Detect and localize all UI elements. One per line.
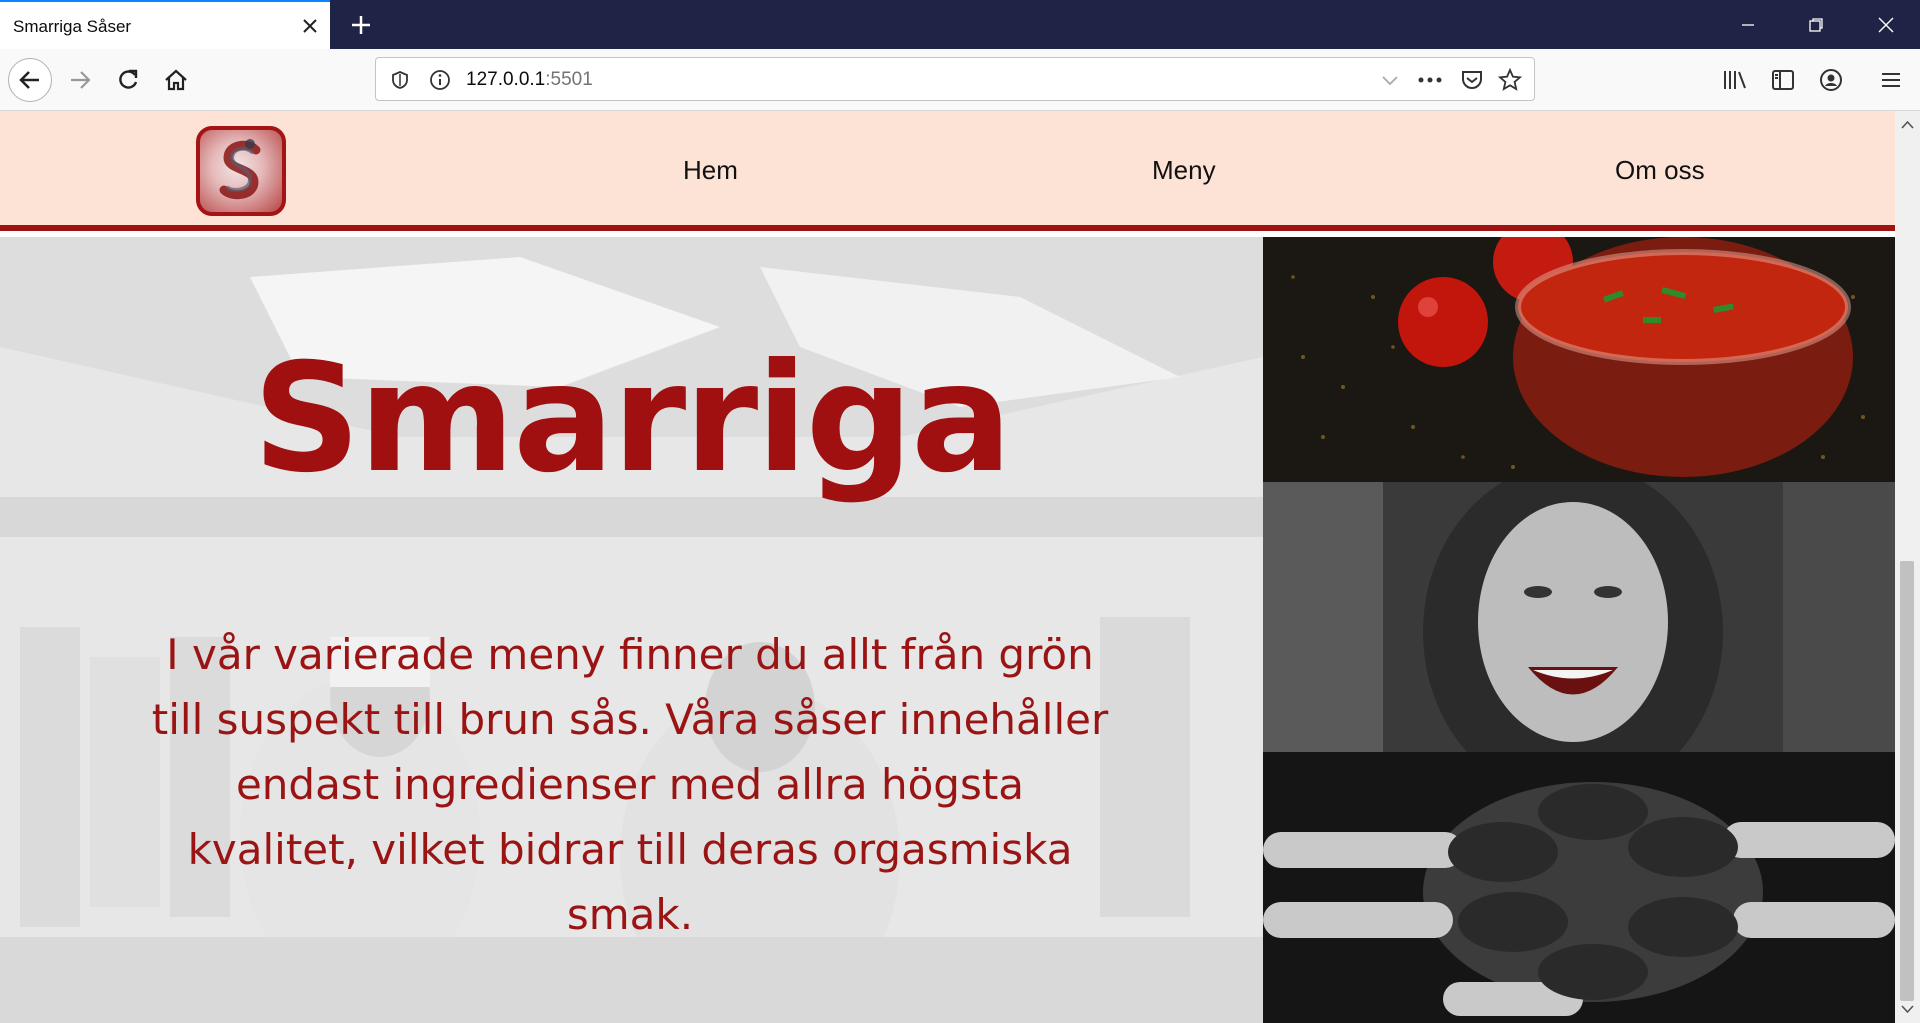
scroll-down-icon[interactable] [1895, 999, 1920, 1019]
sidebar-icon[interactable] [1763, 60, 1803, 100]
site-info-icon[interactable] [426, 66, 454, 94]
forward-icon[interactable] [60, 60, 100, 100]
site-header: Hem Meny Om oss [0, 111, 1895, 231]
bookmark-star-icon[interactable] [1496, 66, 1524, 94]
hero-text: I vår varierade meny finner du allt från… [151, 630, 1109, 939]
web-page: Hem Meny Om oss Smarriga I vår varierade… [0, 111, 1895, 1023]
painted-hands-photo [1263, 752, 1895, 1023]
browser-tab-bar: Smarriga Såser [0, 0, 1920, 49]
page-actions-icon[interactable] [1416, 66, 1444, 94]
minimize-icon[interactable] [1714, 0, 1782, 49]
tab-title: Smarriga Såser [13, 17, 132, 36]
smiling-woman-photo [1263, 482, 1895, 752]
url-bar[interactable]: 127.0.0.1:5501 [375, 57, 1535, 101]
close-window-icon[interactable] [1852, 0, 1920, 49]
scroll-up-icon[interactable] [1895, 115, 1920, 135]
reload-icon[interactable] [108, 60, 148, 100]
browser-nav-bar: 127.0.0.1:5501 [0, 49, 1920, 111]
shield-icon[interactable] [386, 66, 414, 94]
nav-link-hem[interactable]: Hem [683, 155, 738, 186]
account-icon[interactable] [1811, 60, 1851, 100]
home-icon[interactable] [156, 60, 196, 100]
hero-title: Smarriga [252, 332, 1013, 506]
new-tab-icon[interactable] [345, 10, 377, 40]
page-scrollbar[interactable] [1895, 111, 1920, 1023]
menu-icon[interactable] [1871, 60, 1911, 100]
pocket-icon[interactable] [1458, 66, 1486, 94]
back-icon[interactable] [8, 58, 52, 102]
image-column [1263, 237, 1895, 1023]
library-icon[interactable] [1715, 60, 1755, 100]
browser-tab[interactable]: Smarriga Såser [0, 0, 330, 49]
url-port: :5501 [545, 69, 593, 90]
close-tab-icon[interactable] [298, 14, 322, 38]
chevron-down-icon[interactable] [1376, 66, 1404, 94]
url-text: 127.0.0.1:5501 [466, 69, 593, 91]
url-host: 127.0.0.1 [466, 69, 546, 90]
nav-link-om-oss[interactable]: Om oss [1615, 155, 1705, 186]
nav-link-meny[interactable]: Meny [1152, 155, 1216, 186]
hero-section: Smarriga I vår varierade meny finner du … [0, 237, 1263, 1023]
restore-icon[interactable] [1782, 0, 1850, 49]
scroll-thumb[interactable] [1900, 561, 1914, 1001]
site-logo[interactable] [196, 126, 286, 216]
tomato-sauce-jar-photo [1263, 237, 1895, 482]
